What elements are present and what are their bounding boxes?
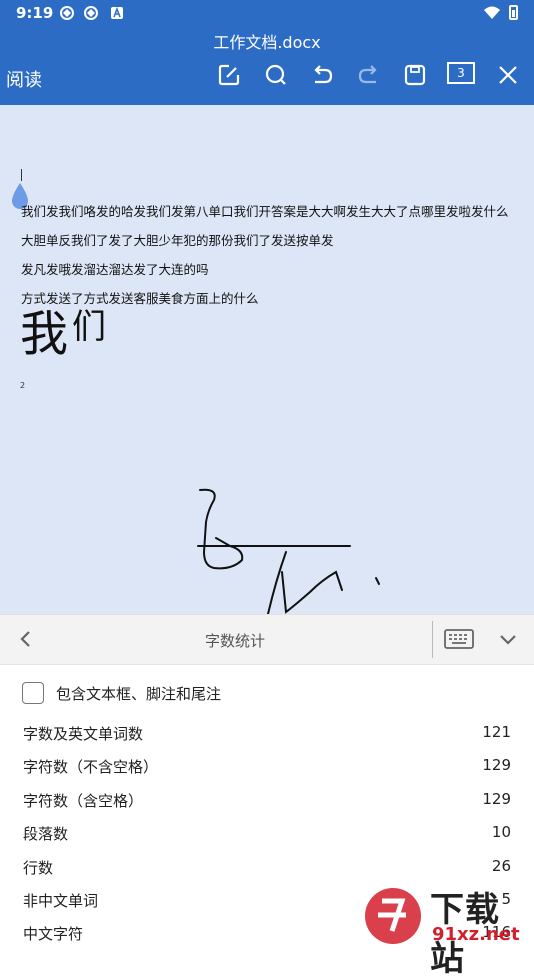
stat-value: 129 — [482, 790, 511, 808]
page-number: 2 — [20, 381, 26, 390]
document-line: 大胆单反我们了发了大胆少年犯的那份我们了发送按单发 — [21, 233, 334, 248]
divider — [432, 621, 433, 658]
app-bar: 9:19 工作文档.docx 阅读 3 — [0, 0, 534, 105]
stat-row: 段落数 10 — [0, 817, 534, 850]
document-line: 方式发送了方式发送客服美食方面上的什么 — [21, 291, 259, 306]
stat-label: 字数及英文单词数 — [23, 725, 144, 743]
location-icon — [60, 6, 74, 20]
stat-row: 字符数（不含空格） 129 — [0, 750, 534, 783]
superscript-text: 们 — [72, 307, 106, 347]
option-label: 包含文本框、脚注和尾注 — [56, 684, 222, 703]
page-count-button[interactable]: 3 — [447, 62, 475, 84]
wifi-icon — [484, 6, 500, 19]
battery-icon — [509, 5, 518, 20]
stat-row: 字符数（含空格） 129 — [0, 784, 534, 817]
panel-title: 字数统计 — [204, 632, 265, 650]
document-title: 工作文档.docx — [213, 33, 321, 52]
stat-value: 129 — [482, 756, 511, 774]
handwriting-ink — [197, 488, 380, 614]
a-badge-icon — [111, 6, 123, 19]
stat-value: 10 — [491, 823, 511, 841]
stat-label: 字符数（含空格） — [23, 792, 144, 810]
watermark-url: 91xz.net — [432, 924, 520, 945]
keyboard-icon[interactable] — [444, 628, 474, 650]
edit-button[interactable] — [214, 60, 244, 90]
document-canvas[interactable]: 我们发我们咯发的哈发我们发第八单口我们开答案是大大啊发生大大了点哪里发啦发什么 … — [0, 105, 534, 614]
stat-label: 中文字符 — [23, 925, 84, 943]
text-cursor — [21, 169, 22, 181]
save-icon — [404, 64, 426, 86]
close-icon — [499, 66, 517, 84]
stat-label: 非中文单词 — [23, 892, 99, 910]
redo-icon — [358, 65, 377, 84]
chevron-down-icon[interactable] — [496, 627, 520, 651]
stat-label: 段落数 — [23, 825, 69, 843]
stat-value: 121 — [482, 723, 511, 741]
search-icon — [265, 64, 286, 85]
document-line: 我们发我们咯发的哈发我们发第八单口我们开答案是大大啊发生大大了点哪里发啦发什么 — [21, 204, 509, 219]
reading-mode-label[interactable]: 阅读 — [6, 66, 42, 92]
word-count-panel-header: 字数统计 — [0, 614, 534, 665]
stat-row: 字数及英文单词数 121 — [0, 717, 534, 750]
stat-label: 行数 — [23, 859, 54, 877]
page-count: 3 — [457, 66, 465, 80]
edit-icon — [218, 64, 240, 86]
include-textbox-checkbox[interactable] — [22, 682, 44, 704]
watermark-logo-icon — [365, 888, 421, 944]
close-button[interactable] — [493, 60, 523, 90]
large-text: 我 — [20, 306, 69, 362]
search-button[interactable] — [261, 60, 291, 90]
stat-value: 26 — [491, 857, 511, 875]
status-time: 9:19 — [16, 4, 54, 22]
include-textbox-footnotes-option[interactable]: 包含文本框、脚注和尾注 — [22, 681, 221, 705]
save-button[interactable] — [400, 60, 430, 90]
stat-label: 字符数（不含空格） — [23, 758, 159, 776]
watermark: 下载站 91xz.net — [360, 880, 534, 979]
undo-button[interactable] — [307, 60, 337, 90]
document-line: 发凡发哦发溜达溜达发了大连的吗 — [21, 262, 209, 277]
location-icon — [84, 6, 98, 20]
redo-button[interactable] — [354, 60, 384, 90]
status-bar: 9:19 — [0, 0, 534, 26]
undo-icon — [314, 65, 333, 84]
